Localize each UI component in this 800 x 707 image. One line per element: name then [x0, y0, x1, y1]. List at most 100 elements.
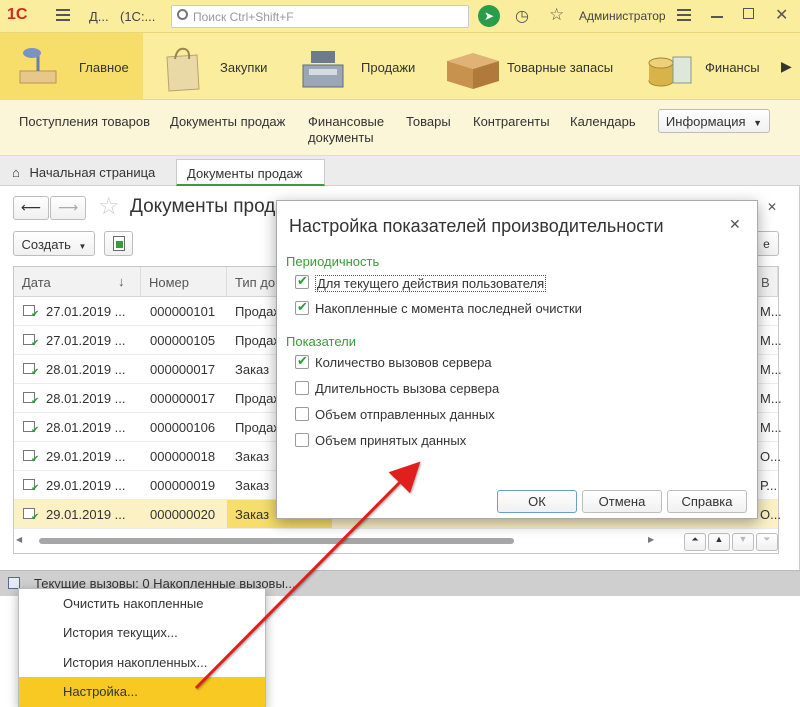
cell-v: Р... [760, 478, 778, 493]
favorite-star-icon[interactable]: ☆ [98, 192, 120, 221]
section-navigation: Поступления товаров Документы продаж Фин… [0, 100, 800, 156]
label-server-call-duration[interactable]: Длительность вызова сервера [315, 381, 499, 396]
cell-v: О... [760, 449, 781, 464]
telegram-icon[interactable]: ➤ [478, 5, 500, 27]
info-button[interactable]: Информация ▼ [658, 109, 770, 133]
cancel-button[interactable]: Отмена [582, 490, 662, 513]
posted-check-icon: ✔ [31, 396, 40, 407]
section-finance[interactable]: Финансы [631, 33, 766, 100]
nav-item-sales-documents[interactable]: Документы продаж [170, 114, 285, 130]
help-button[interactable]: Справка [667, 490, 747, 513]
section-label: Товарные запасы [507, 60, 614, 75]
section-purchases[interactable]: Закупки [143, 33, 281, 100]
checkbox-accumulated[interactable]: ✔ [295, 299, 309, 315]
horizontal-scrollbar[interactable] [39, 538, 514, 544]
cell-date: 29.01.2019 ... [46, 478, 126, 493]
scroll-down-button[interactable]: ▼ [732, 533, 754, 551]
open-tabs-bar: ⌂ Начальная страница Документы продаж ✕ [0, 156, 800, 196]
back-button[interactable]: ⟵ [13, 196, 49, 220]
column-header-date[interactable]: Дата ↓ [14, 267, 141, 297]
menu-icon[interactable] [56, 9, 70, 21]
cell-v: М... [760, 333, 782, 348]
tab-home-label: Начальная страница [29, 165, 156, 180]
section-label: Главное [79, 60, 129, 75]
scroll-up-button[interactable]: ▲ [708, 533, 730, 551]
arrow-left-icon: ⟵ [20, 199, 42, 215]
minimize-icon[interactable] [711, 16, 723, 18]
top-bar: 1C Д... (1С:... Поиск Ctrl+Shift+F ➤ ◷ ☆… [0, 0, 800, 33]
cell-number: 000000105 [150, 333, 216, 348]
cell-date: 29.01.2019 ... [46, 507, 126, 522]
label-received-data[interactable]: Объем принятых данных [315, 433, 466, 448]
history-icon[interactable]: ◷ [515, 6, 529, 26]
cash-register-icon [297, 41, 349, 93]
checkbox-sent-data[interactable] [295, 407, 309, 421]
form-close-icon[interactable]: ✕ [767, 200, 777, 214]
tab-sales-documents[interactable]: Документы продаж ✕ [176, 159, 325, 196]
nav-item-receipts[interactable]: Поступления товаров [19, 114, 150, 130]
tab-home[interactable]: ⌂ Начальная страница [0, 159, 176, 186]
performance-settings-dialog: Настройка показателей производительности… [276, 200, 758, 519]
column-header-v[interactable]: В [757, 267, 778, 297]
nav-item-calendar[interactable]: Календарь [570, 114, 636, 130]
first-icon: ⏶ [691, 534, 699, 544]
column-header-number[interactable]: Номер [141, 267, 227, 297]
nav-item-finance-documents[interactable]: Финансовые документы [308, 114, 398, 146]
menu-item-accumulated-history[interactable]: История накопленных... [19, 648, 265, 678]
checkbox-server-call-duration[interactable] [295, 381, 309, 395]
label-server-calls-count[interactable]: Количество вызовов сервера [315, 355, 492, 370]
label-current-action[interactable]: Для текущего действия пользователя [315, 275, 547, 292]
search-placeholder: Поиск Ctrl+Shift+F [193, 10, 294, 24]
cell-date: 28.01.2019 ... [46, 391, 126, 406]
home-icon: ⌂ [12, 165, 20, 180]
scroll-bottom-button[interactable]: ⏷ [756, 533, 778, 551]
app-logo: 1C [7, 6, 28, 23]
forward-button[interactable]: ⟶ [50, 196, 86, 220]
scroll-right-icon[interactable]: ▶ [648, 535, 654, 544]
cell-date: 28.01.2019 ... [46, 362, 126, 377]
cell-date: 27.01.2019 ... [46, 333, 126, 348]
nav-item-goods[interactable]: Товары [406, 114, 451, 130]
scroll-left-icon[interactable]: ◀ [16, 535, 22, 544]
section-label: Закупки [220, 60, 268, 75]
search-input[interactable]: Поиск Ctrl+Shift+F [171, 5, 469, 28]
chevron-down-icon: ▼ [78, 242, 87, 251]
desk-lamp-icon [12, 41, 64, 93]
sections-scroll-right-icon[interactable]: ▶ [781, 58, 792, 75]
scroll-top-button[interactable]: ⏶ [684, 533, 706, 551]
dialog-close-icon[interactable]: ✕ [729, 216, 741, 233]
checkbox-received-data[interactable] [295, 433, 309, 447]
posted-check-icon: ✔ [31, 512, 40, 523]
app-title-config: (1С:... [120, 9, 156, 24]
menu-item-clear-accumulated[interactable]: Очистить накопленные [19, 589, 265, 619]
last-icon: ⏷ [763, 534, 771, 544]
cell-v: О... [760, 507, 781, 522]
create-based-on-button[interactable] [104, 231, 133, 256]
menu-item-current-history[interactable]: История текущих... [19, 618, 265, 648]
up-icon: ▲ [714, 534, 724, 544]
checkmark-icon: ✔ [297, 353, 308, 368]
cell-date: 27.01.2019 ... [46, 304, 126, 319]
info-button-label: Информация [665, 114, 746, 129]
menu-item-settings[interactable]: Настройка... [19, 677, 265, 707]
maximize-icon[interactable] [743, 8, 754, 19]
document-plus-icon [112, 236, 125, 251]
app-title: Д... [89, 9, 109, 24]
close-icon[interactable]: ✕ [775, 5, 788, 25]
nav-item-counterparties[interactable]: Контрагенты [473, 114, 550, 130]
arrow-right-icon: ⟶ [57, 199, 79, 215]
ok-button[interactable]: ОК [497, 490, 577, 513]
user-name[interactable]: Администратор [579, 9, 666, 23]
checkbox-current-action[interactable]: ✔ [295, 273, 309, 289]
dialog-title: Настройка показателей производительности [289, 216, 664, 236]
checkmark-icon: ✔ [297, 273, 308, 288]
label-accumulated[interactable]: Накопленные с момента последней очистки [315, 301, 582, 316]
star-icon[interactable]: ☆ [549, 5, 564, 25]
section-sales[interactable]: Продажи [281, 33, 431, 100]
create-button[interactable]: Создать ▼ [13, 231, 95, 256]
section-main[interactable]: Главное [0, 33, 143, 100]
main-menu-icon[interactable] [677, 9, 691, 21]
section-inventory[interactable]: Товарные запасы [431, 33, 631, 100]
checkbox-server-calls-count[interactable]: ✔ [295, 353, 309, 369]
label-sent-data[interactable]: Объем отправленных данных [315, 407, 495, 422]
